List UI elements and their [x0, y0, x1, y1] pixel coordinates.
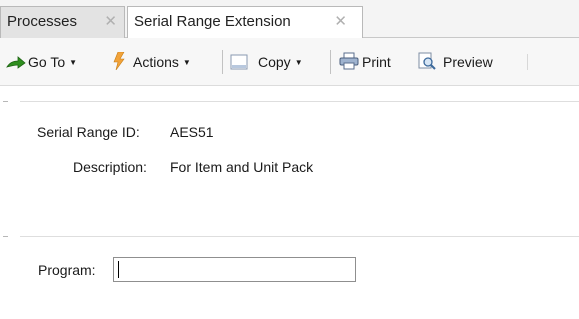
- lightning-icon: [113, 52, 125, 70]
- toolbar: Go To ▼ Actions ▼ Copy ▼ Print Preview: [0, 38, 579, 86]
- program-input[interactable]: [113, 257, 356, 282]
- tab-serial-range-extension-close-icon[interactable]: ✕: [334, 7, 347, 37]
- print-button[interactable]: Print: [339, 50, 391, 74]
- section-marker: [3, 236, 8, 237]
- description-value: For Item and Unit Pack: [170, 159, 314, 175]
- page: Processes ✕ Serial Range Extension ✕ Go …: [0, 0, 579, 319]
- tab-processes[interactable]: Processes ✕: [0, 6, 125, 38]
- goto-arrow-icon: [6, 56, 26, 69]
- toolbar-separator: [527, 54, 528, 70]
- tab-serial-range-extension[interactable]: Serial Range Extension ✕: [127, 6, 363, 39]
- tab-processes-close-icon[interactable]: ✕: [104, 7, 117, 37]
- goto-label: Go To: [28, 54, 66, 70]
- section-marker: [3, 101, 8, 102]
- printer-icon: [339, 52, 359, 70]
- preview-label: Preview: [443, 54, 493, 70]
- copy-label: Copy: [258, 54, 291, 70]
- print-label: Print: [362, 54, 391, 70]
- preview-icon: [418, 52, 436, 70]
- toolbar-separator: [330, 50, 331, 74]
- copy-icon: [230, 54, 248, 70]
- tab-serial-range-extension-label: Serial Range Extension: [134, 13, 291, 30]
- goto-caret-icon: ▼: [69, 58, 78, 67]
- serial-range-id-value: AES51: [170, 124, 214, 140]
- copy-button[interactable]: Copy ▼: [230, 50, 303, 74]
- actions-label: Actions: [133, 54, 179, 70]
- toolbar-separator: [222, 50, 223, 74]
- serial-range-id-label: Serial Range ID:: [37, 124, 140, 140]
- section-divider: [20, 101, 579, 102]
- text-cursor: [118, 261, 119, 278]
- goto-button[interactable]: Go To ▼: [6, 50, 77, 74]
- actions-button[interactable]: Actions ▼: [113, 50, 191, 74]
- section-divider: [20, 236, 579, 237]
- tab-processes-label: Processes: [7, 13, 78, 30]
- preview-button[interactable]: Preview: [418, 50, 493, 74]
- actions-caret-icon: ▼: [182, 58, 191, 67]
- program-label: Program:: [38, 262, 96, 278]
- description-label: Description:: [73, 159, 147, 175]
- tab-strip: Processes ✕ Serial Range Extension ✕: [0, 0, 579, 39]
- copy-caret-icon: ▼: [294, 58, 303, 67]
